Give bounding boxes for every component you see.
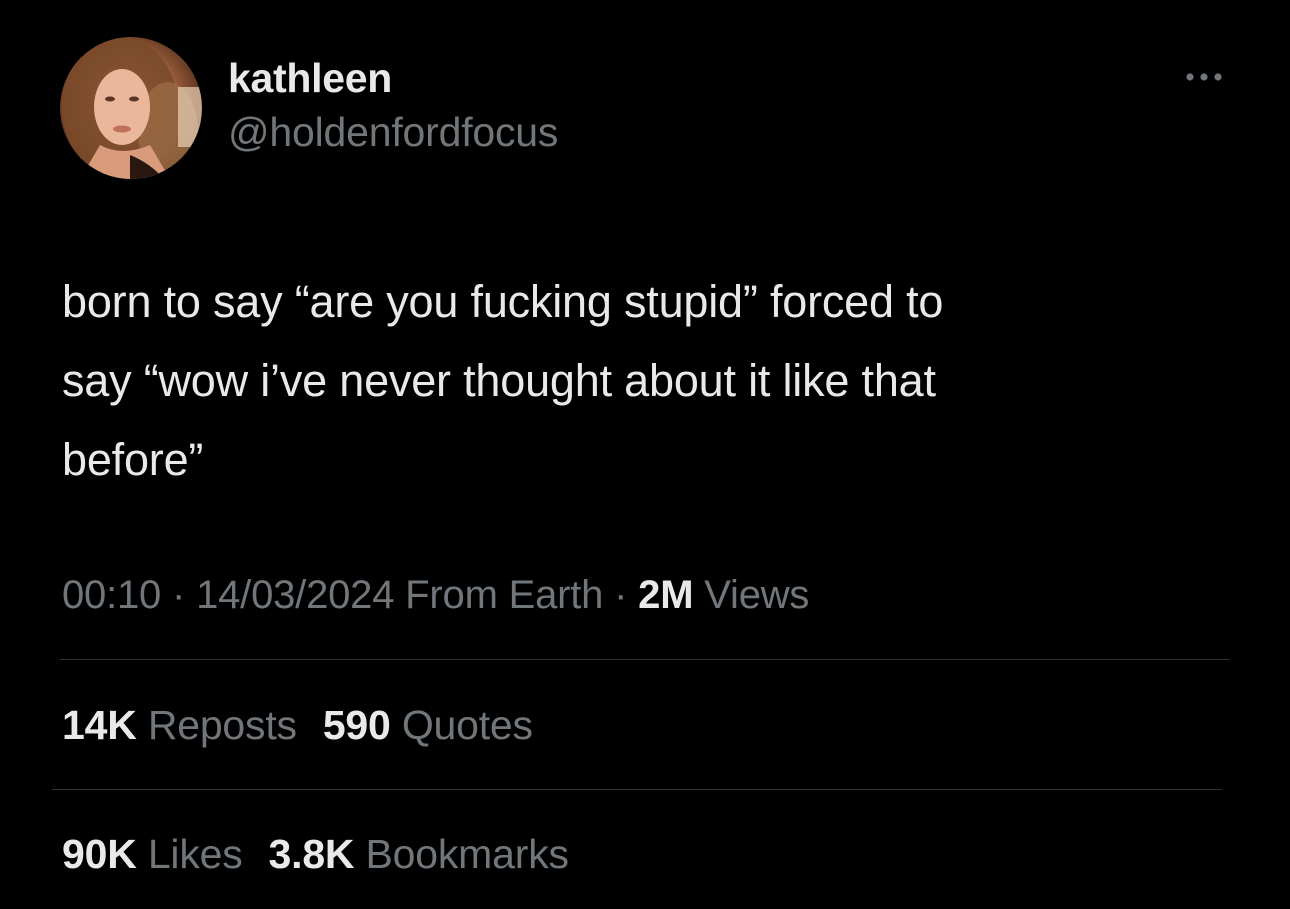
more-horizontal-icon [1186,73,1222,81]
likes-stat[interactable]: 90K Likes [62,827,243,881]
more-options-button[interactable] [1176,62,1232,92]
tweet-date[interactable]: 14/03/2024 [196,573,394,617]
display-name[interactable]: kathleen [228,52,558,104]
tweet-metadata: 00:10 · 14/03/2024 From Earth · 2M Views [62,568,809,622]
reposts-label: Reposts [136,702,297,748]
bookmarks-count: 3.8K [268,831,355,877]
user-handle[interactable]: @holdenfordfocus [228,104,558,160]
likes-label: Likes [136,831,243,877]
avatar[interactable] [60,37,202,179]
author-info[interactable]: kathleen @holdenfordfocus [228,52,558,160]
meta-separator: · [161,573,197,617]
quotes-stat[interactable]: 590 Quotes [323,698,533,752]
avatar-photo [62,37,202,179]
tweet-source: From Earth [394,573,604,617]
quotes-count: 590 [322,702,391,748]
meta-separator: · [603,573,639,617]
views-label: Views [693,573,810,617]
engagement-row-reactions: 90K Likes 3.8K Bookmarks [62,827,595,881]
reposts-stat[interactable]: 14K Reposts [62,698,297,752]
engagement-row-shares: 14K Reposts 590 Quotes [62,698,559,752]
quotes-label: Quotes [390,702,533,748]
tweet-time[interactable]: 00:10 [62,573,161,617]
tweet-text: born to say “are you fucking stupid” for… [62,276,944,485]
likes-count: 90K [62,831,137,877]
divider [60,659,1230,660]
reposts-count: 14K [62,702,137,748]
tweet-detail: kathleen @holdenfordfocus born to say “a… [0,0,1290,909]
divider [52,789,1222,790]
views-count: 2M [638,573,694,617]
bookmarks-label: Bookmarks [354,831,569,877]
bookmarks-stat[interactable]: 3.8K Bookmarks [269,827,569,881]
